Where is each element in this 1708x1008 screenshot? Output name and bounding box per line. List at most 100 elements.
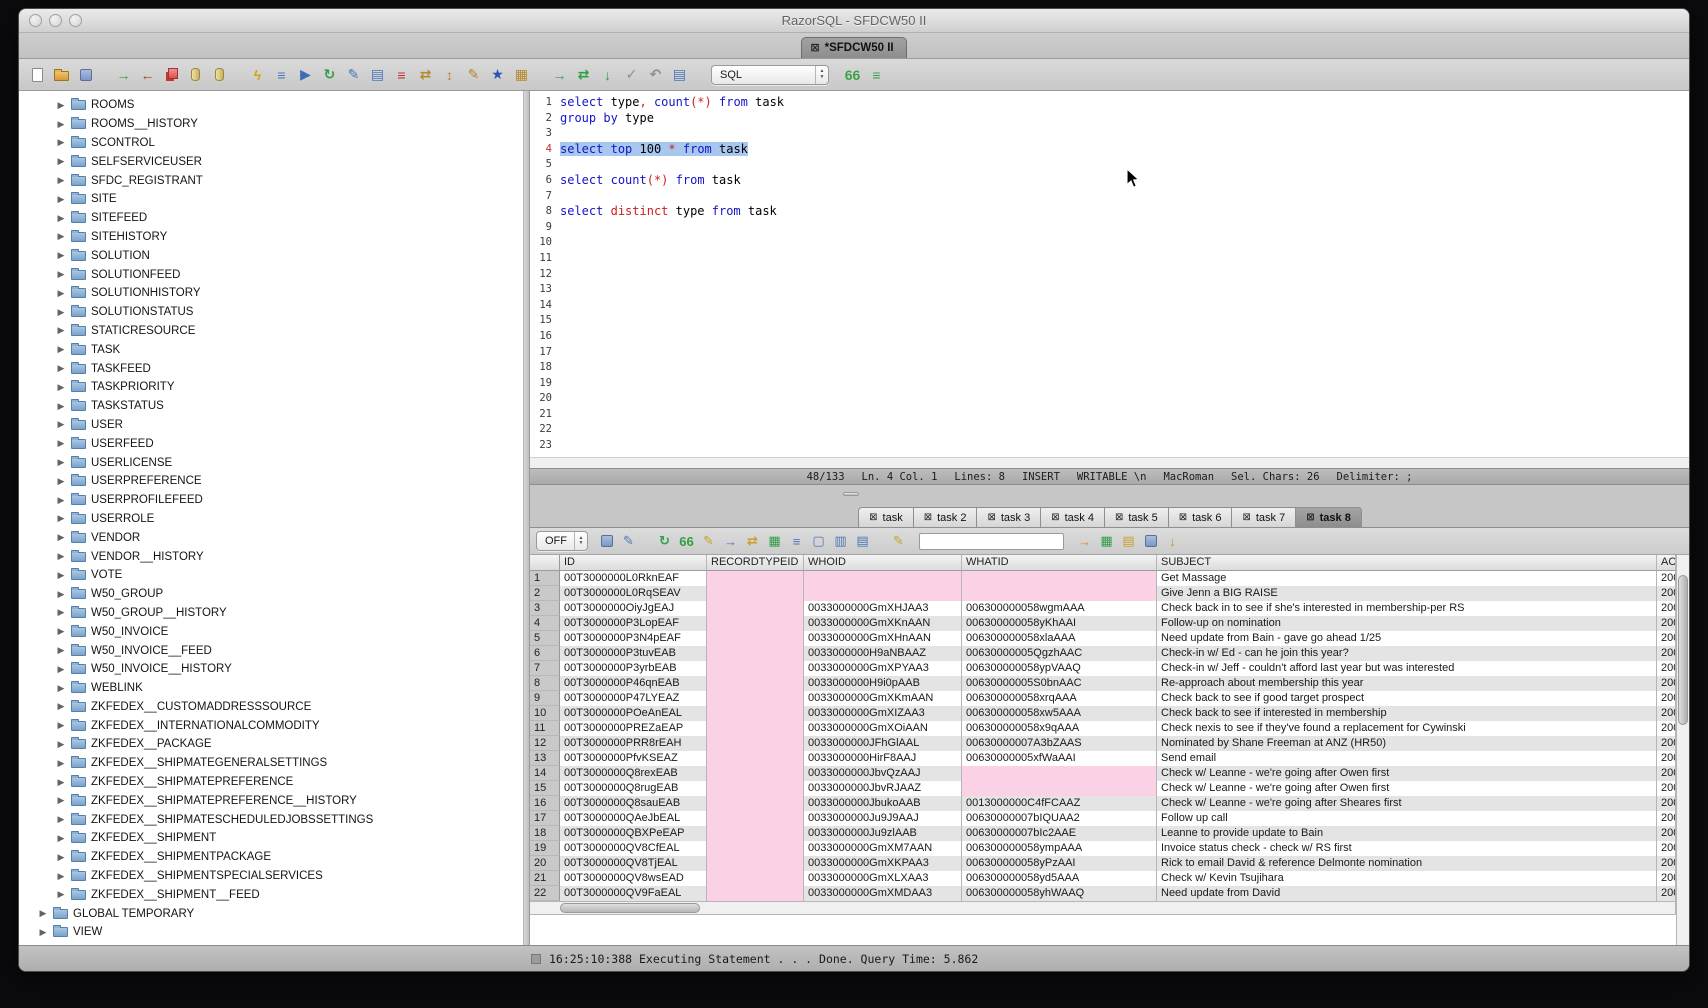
editor-line[interactable] xyxy=(560,282,1689,298)
close-document-icon[interactable]: ⊠ xyxy=(810,43,819,54)
commit-icon[interactable]: ✓ xyxy=(621,64,642,85)
cell-ac[interactable]: 200 xyxy=(1657,646,1676,661)
cell-recordtypeid[interactable] xyxy=(707,601,804,616)
cell-whoid[interactable]: 0033000000GmXKnAAN xyxy=(804,616,962,631)
editor-line[interactable] xyxy=(560,422,1689,438)
cell-whoid[interactable]: 0033000000GmXLXAA3 xyxy=(804,871,962,886)
cell-id[interactable]: 00T3000000QBXPeEAP xyxy=(560,826,707,841)
editor-line[interactable]: select count(*) from task xyxy=(560,173,1689,189)
cell-ac[interactable]: 200 xyxy=(1657,721,1676,736)
disclosure-triangle-icon[interactable]: ▶ xyxy=(56,382,66,393)
clipboard-icon[interactable]: ▤ xyxy=(1119,532,1138,551)
column-header-subject[interactable]: SUBJECT xyxy=(1157,555,1657,571)
tree-item-taskfeed[interactable]: ▶TASKFEED xyxy=(19,359,523,378)
new-file-icon[interactable] xyxy=(27,64,48,85)
describe-results-icon[interactable]: ≡ xyxy=(787,532,806,551)
editor-line[interactable]: select type, count(*) from task xyxy=(560,95,1689,111)
cell-subject[interactable]: Check w/ Leanne - we're going after Owen… xyxy=(1157,766,1657,781)
go-forward-icon[interactable]: → xyxy=(549,64,570,85)
cell-whatid[interactable] xyxy=(962,766,1157,781)
disclosure-triangle-icon[interactable]: ▶ xyxy=(56,777,66,788)
cell-id[interactable]: 00T3000000P3LopEAF xyxy=(560,616,707,631)
tree-item-userfeed[interactable]: ▶USERFEED xyxy=(19,434,523,453)
editor-line[interactable]: group by type xyxy=(560,111,1689,127)
cell-ac[interactable]: 200 xyxy=(1657,796,1676,811)
tree-item-w50_invoice__feed[interactable]: ▶W50_INVOICE__FEED xyxy=(19,641,523,660)
tree-item-user[interactable]: ▶USER xyxy=(19,416,523,435)
copy-with-headers-icon[interactable]: ▤ xyxy=(853,532,872,551)
cell-id[interactable]: 00T3000000PRR8rEAH xyxy=(560,736,707,751)
tree-item-zkfedex__shipmatepreference[interactable]: ▶ZKFEDEX__SHIPMATEPREFERENCE xyxy=(19,773,523,792)
cell-ac[interactable]: 200 xyxy=(1657,856,1676,871)
editor-line[interactable] xyxy=(560,438,1689,454)
disclosure-triangle-icon[interactable]: ▶ xyxy=(56,156,66,167)
cell-recordtypeid[interactable] xyxy=(707,676,804,691)
cell-subject[interactable]: Need update from Bain - gave go ahead 1/… xyxy=(1157,631,1657,646)
close-tab-icon[interactable]: ⊠ xyxy=(924,513,932,523)
cell-id[interactable]: 00T3000000L0RqSEAV xyxy=(560,586,707,601)
tree-item-zkfedex__shipmatescheduledjobssettings[interactable]: ▶ZKFEDEX__SHIPMATESCHEDULEDJOBSSETTINGS xyxy=(19,810,523,829)
cell-subject[interactable]: Get Massage xyxy=(1157,571,1657,586)
tree-item-zkfedex__shipmentspecialservices[interactable]: ▶ZKFEDEX__SHIPMENTSPECIALSERVICES xyxy=(19,867,523,886)
tree-item-zkfedex__shipment[interactable]: ▶ZKFEDEX__SHIPMENT xyxy=(19,829,523,848)
cell-whoid[interactable]: 0033000000GmXPYAA3 xyxy=(804,661,962,676)
cell-whatid[interactable]: 006300000058yPzAAI xyxy=(962,856,1157,871)
table-row[interactable]: 1700T3000000QAeJbEAL0033000000Ju9J9AAJ00… xyxy=(530,811,1676,826)
editor-line[interactable] xyxy=(560,267,1689,283)
result-tab-task-3[interactable]: ⊠task 3 xyxy=(976,507,1041,527)
table-row[interactable]: 1200T3000000PRR8rEAH0033000000JFhGlAAL00… xyxy=(530,736,1676,751)
table-row[interactable]: 1500T3000000Q8rugEAB0033000000JbvRJAAZCh… xyxy=(530,781,1676,796)
refresh-results-icon[interactable]: ↻ xyxy=(655,532,674,551)
table-row[interactable]: 1000T3000000POeAnEAL0033000000GmXIZAA300… xyxy=(530,706,1676,721)
close-tab-icon[interactable]: ⊠ xyxy=(1051,513,1059,523)
table-row[interactable]: 2100T3000000QV8wsEAD0033000000GmXLXAA300… xyxy=(530,871,1676,886)
tree-item-solutionfeed[interactable]: ▶SOLUTIONFEED xyxy=(19,265,523,284)
table-row[interactable]: 600T3000000P3tuvEAB0033000000H9aNBAAZ006… xyxy=(530,646,1676,661)
cell-whatid[interactable]: 00630000007A3bZAAS xyxy=(962,736,1157,751)
edit-table-icon[interactable]: ▦ xyxy=(1097,532,1116,551)
statement-type-select[interactable]: SQL ▲▼ xyxy=(711,65,829,85)
highlight-pen-icon[interactable]: ✎ xyxy=(889,532,908,551)
cell-whatid[interactable]: 006300000058x9qAAA xyxy=(962,721,1157,736)
table-row[interactable]: 800T3000000P46qnEAB0033000000H9i0pAAB006… xyxy=(530,676,1676,691)
tree-item-scontrol[interactable]: ▶SCONTROL xyxy=(19,134,523,153)
cell-ac[interactable]: 200 xyxy=(1657,631,1676,646)
cell-whatid[interactable]: 006300000058ypVAAQ xyxy=(962,661,1157,676)
disclosure-triangle-icon[interactable]: ▶ xyxy=(56,607,66,618)
disclosure-triangle-icon[interactable]: ▶ xyxy=(56,175,66,186)
table-row[interactable]: 2200T3000000QV9FaEAL0033000000GmXMDAA300… xyxy=(530,886,1676,901)
close-window-button[interactable] xyxy=(29,14,42,27)
save-results-icon[interactable] xyxy=(597,532,616,551)
column-header-id[interactable]: ID xyxy=(560,555,707,571)
cell-whoid[interactable]: 0033000000H9aNBAAZ xyxy=(804,646,962,661)
disclosure-triangle-icon[interactable]: ▶ xyxy=(56,137,66,148)
cell-id[interactable]: 00T3000000Q8rexEAB xyxy=(560,766,707,781)
rollback-icon[interactable]: ↶ xyxy=(645,64,666,85)
disclosure-triangle-icon[interactable]: ▶ xyxy=(56,194,66,205)
results-search-input[interactable] xyxy=(919,533,1064,550)
cell-subject[interactable]: Check back to see if good target prospec… xyxy=(1157,691,1657,706)
cell-ac[interactable]: 200 xyxy=(1657,676,1676,691)
disclosure-triangle-icon[interactable]: ▶ xyxy=(56,495,66,506)
data-compare-icon[interactable]: ⇄ xyxy=(415,64,436,85)
tree-item-zkfedex__package[interactable]: ▶ZKFEDEX__PACKAGE xyxy=(19,735,523,754)
cell-subject[interactable]: Need update from David xyxy=(1157,886,1657,901)
editor-line[interactable] xyxy=(560,360,1689,376)
editor-line[interactable] xyxy=(560,376,1689,392)
column-header-whoid[interactable]: WHOID xyxy=(804,555,962,571)
cell-ac[interactable]: 200 xyxy=(1657,886,1676,901)
cell-whatid[interactable] xyxy=(962,781,1157,796)
column-header-whatid[interactable]: WHATID xyxy=(962,555,1157,571)
cell-whatid[interactable]: 006300000058xw5AAA xyxy=(962,706,1157,721)
disclosure-triangle-icon[interactable]: ▶ xyxy=(56,100,66,111)
editor-line[interactable] xyxy=(560,298,1689,314)
switch-connection-icon[interactable]: ⇄ xyxy=(573,64,594,85)
cell-subject[interactable]: Check w/ Leanne - we're going after Owen… xyxy=(1157,781,1657,796)
cell-whoid[interactable]: 0033000000GmXMDAA3 xyxy=(804,886,962,901)
cell-whatid[interactable]: 006300000058yhWAAQ xyxy=(962,886,1157,901)
tree-item-zkfedex__shipmentpackage[interactable]: ▶ZKFEDEX__SHIPMENTPACKAGE xyxy=(19,848,523,867)
cell-whatid[interactable] xyxy=(962,571,1157,586)
connect-database-icon[interactable]: → xyxy=(113,64,134,85)
reload-script-icon[interactable]: ↻ xyxy=(319,64,340,85)
cell-whoid[interactable] xyxy=(804,586,962,601)
